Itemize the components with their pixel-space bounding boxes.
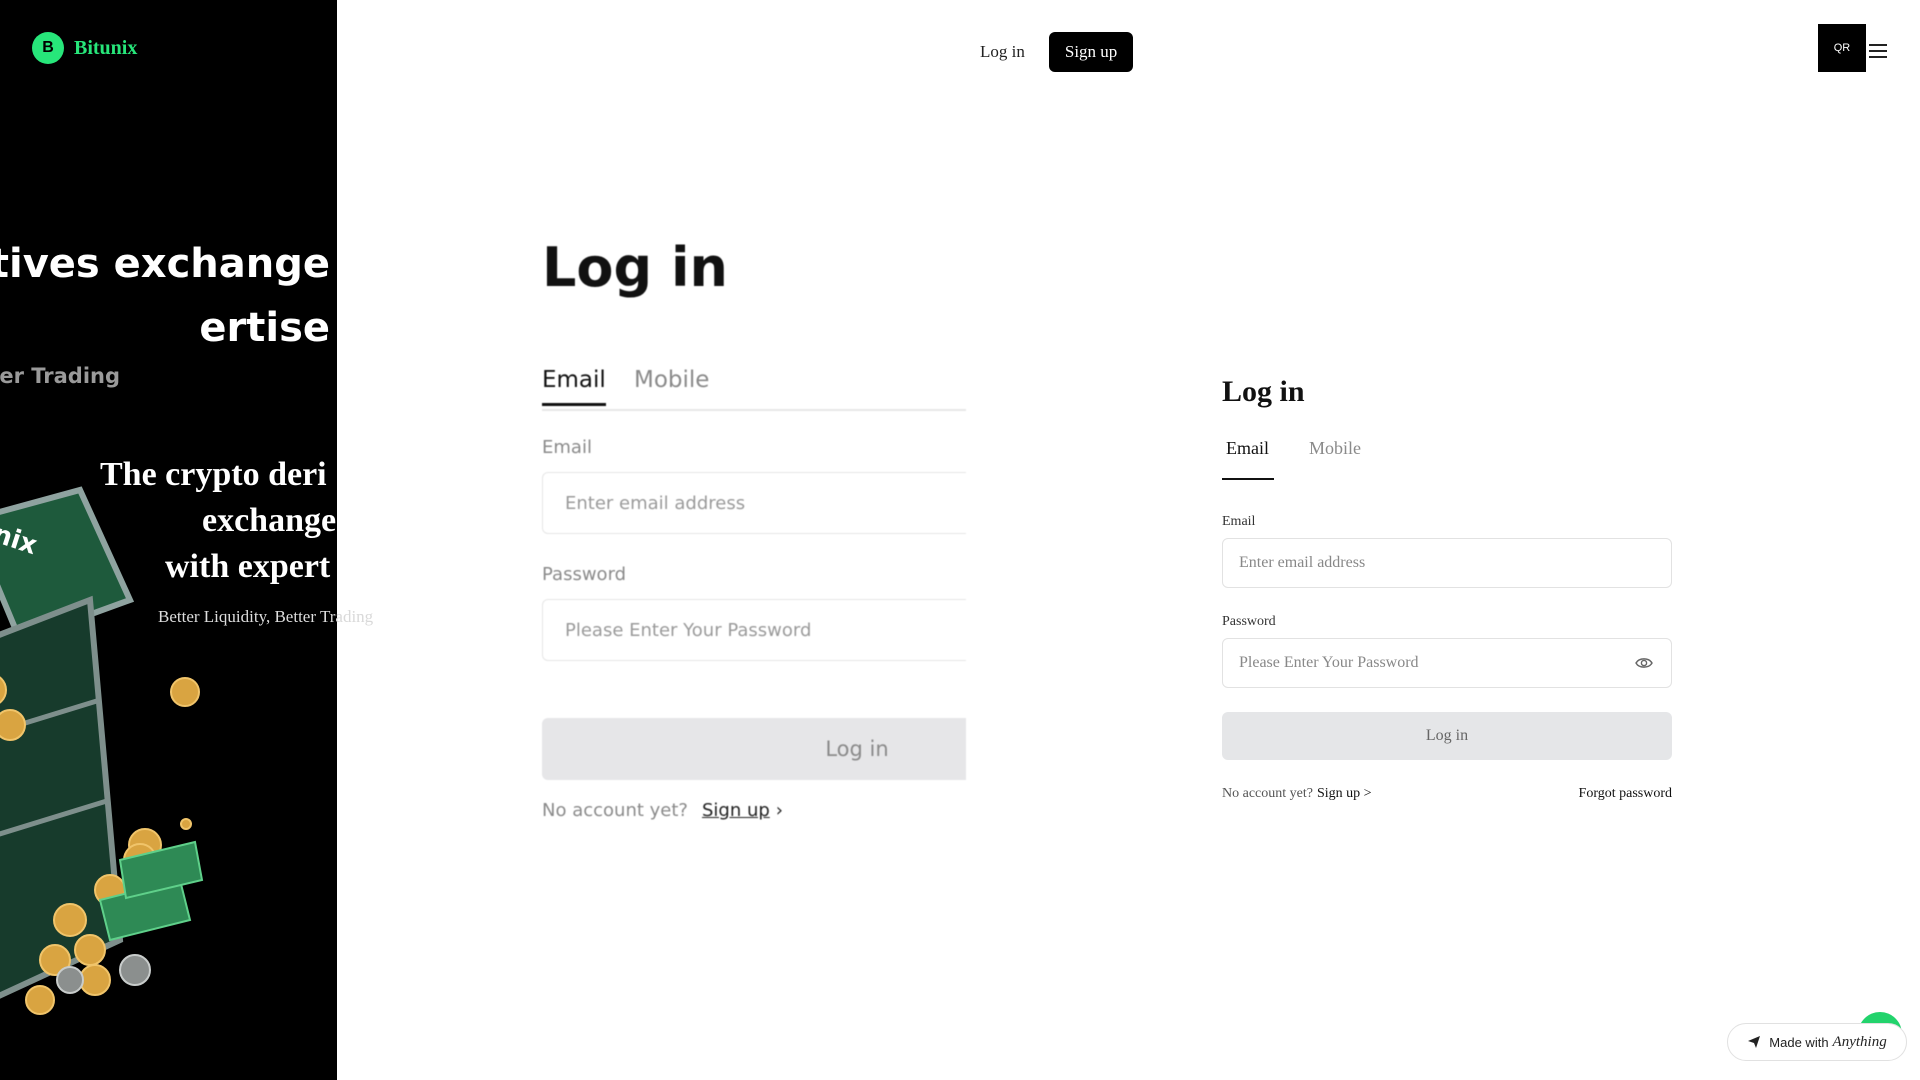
hero-headline-line2: ertise (199, 305, 330, 351)
ghost-footer: No account yet? Sign up › (542, 800, 783, 821)
ghost-chevron-right-icon: › (775, 800, 783, 821)
no-account-text: No account yet? (1222, 786, 1313, 801)
hero-serif-line1: The crypto deri (100, 456, 327, 493)
tab-email-active-indicator (1222, 478, 1274, 480)
ghost-tab-mobile: Mobile (634, 367, 710, 393)
made-with-text: Made with (1769, 1034, 1829, 1050)
made-with-brand: Anything (1832, 1033, 1887, 1050)
hamburger-menu-icon[interactable] (1869, 44, 1887, 58)
email-placeholder: Enter email address (1239, 554, 1366, 571)
background-login-preview: Log in Email Mobile Email Enter email ad… (542, 230, 966, 850)
ghost-password-input: Please Enter Your Password (542, 599, 966, 661)
hero-serif-headline: The crypto deri exchange with expert (90, 452, 430, 590)
hero-headline: tives exchange ertise (0, 232, 330, 360)
password-input[interactable]: Please Enter Your Password (1222, 638, 1672, 688)
signup-prompt: No account yet? Sign up > (1222, 786, 1372, 802)
signup-link[interactable]: Sign up > (1317, 786, 1372, 801)
hero-serif-line3: with expert (165, 548, 331, 585)
hero-tagline-part1: Better Liquidity, Better T (158, 607, 330, 626)
ghost-title: Log in (542, 236, 728, 299)
hero-tagline: Better Liquidity, Better Trading (158, 607, 373, 627)
hero-headline-line1: tives exchange (0, 241, 330, 287)
email-input[interactable]: Enter email address (1222, 538, 1672, 588)
ghost-password-label: Password (542, 564, 627, 585)
login-footer: No account yet? Sign up > Forgot password (1222, 786, 1672, 802)
password-placeholder: Please Enter Your Password (1239, 654, 1419, 671)
login-title: Log in (1222, 375, 1305, 408)
tab-mobile[interactable]: Mobile (1309, 438, 1361, 459)
made-with-badge[interactable]: Made with Anything (1727, 1023, 1907, 1061)
hero-tagline-part2: rading (329, 607, 374, 626)
ghost-no-account-text: No account yet? (542, 800, 688, 821)
hero-serif-line2: exchange (202, 502, 337, 539)
eye-icon[interactable] (1635, 656, 1653, 670)
ghost-login-button: Log in (542, 718, 966, 780)
brand-name: Bitunix (74, 36, 138, 59)
brand-logo: B (32, 32, 64, 64)
email-label: Email (1222, 514, 1256, 529)
header-login-link[interactable]: Log in (980, 42, 1025, 62)
header-signup-button[interactable]: Sign up (1048, 32, 1134, 72)
header-actions: Log in Sign up (980, 32, 1134, 72)
ghost-tab-email: Email (542, 367, 606, 406)
brand[interactable]: B Bitunix (32, 32, 137, 64)
login-method-tabs: Email Mobile (1222, 438, 1672, 482)
password-label: Password (1222, 614, 1276, 629)
ghost-signup-link: Sign up (701, 800, 770, 821)
ghost-tabs: Email Mobile (542, 367, 966, 411)
tab-email[interactable]: Email (1226, 438, 1269, 459)
login-button[interactable]: Log in (1222, 712, 1672, 760)
forgot-password-link[interactable]: Forgot password (1579, 786, 1672, 802)
hero-subheadline: tter Trading (0, 364, 120, 388)
ghost-email-input: Enter email address (542, 472, 966, 534)
qr-code-button[interactable]: QR (1818, 24, 1866, 72)
paper-plane-icon (1748, 1036, 1761, 1048)
ghost-email-label: Email (542, 437, 592, 458)
login-card: Log in Email Mobile Email Enter email ad… (1222, 372, 1672, 802)
